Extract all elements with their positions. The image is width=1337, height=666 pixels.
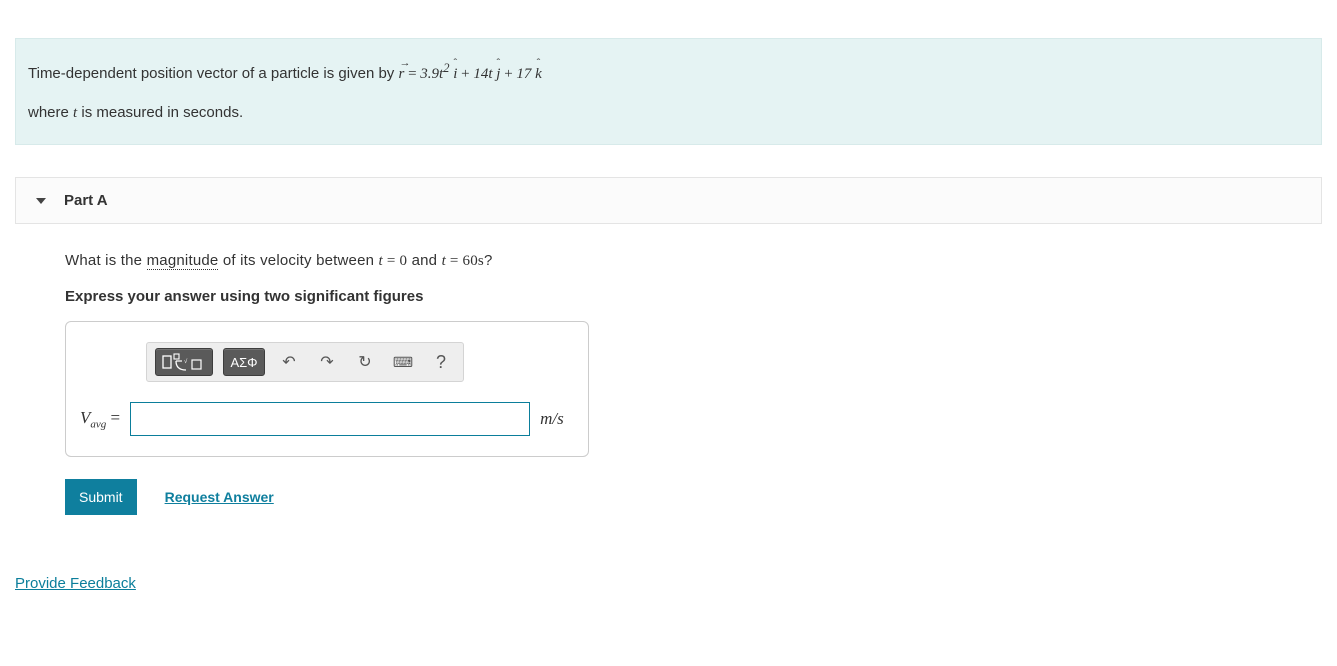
question-underlined: magnitude bbox=[147, 252, 219, 270]
part-title: Part A bbox=[64, 192, 108, 209]
templates-button[interactable]: √ bbox=[155, 348, 213, 376]
help-icon: ? bbox=[436, 352, 446, 373]
symbols-button[interactable]: ΑΣΦ bbox=[223, 348, 265, 376]
submit-button[interactable]: Submit bbox=[65, 479, 137, 515]
question-prefix: What is the bbox=[65, 252, 147, 269]
problem-line2-prefix: where bbox=[28, 104, 73, 121]
equation: r→ = 3.9t2 iˆ + 14t jˆ + 17 kˆ bbox=[398, 66, 541, 82]
problem-statement: Time-dependent position vector of a part… bbox=[15, 38, 1322, 145]
help-button[interactable]: ? bbox=[427, 348, 455, 376]
provide-feedback-link[interactable]: Provide Feedback bbox=[15, 575, 136, 592]
var-main: V bbox=[80, 408, 90, 427]
variable-label: Vavg = bbox=[80, 408, 120, 430]
part-a-header[interactable]: Part A bbox=[15, 177, 1322, 224]
reset-icon: ↻ bbox=[358, 352, 371, 372]
coeff-j: 14 bbox=[473, 66, 488, 82]
reset-button[interactable]: ↻ bbox=[351, 348, 379, 376]
redo-icon: ↷ bbox=[320, 352, 333, 372]
answer-input[interactable] bbox=[130, 402, 530, 436]
question-text: What is the magnitude of its velocity be… bbox=[65, 252, 1322, 270]
keyboard-icon: ⌨ bbox=[393, 354, 413, 371]
equals: = bbox=[106, 408, 120, 427]
const-k: 17 bbox=[516, 66, 531, 82]
coeff-i: 3.9 bbox=[420, 66, 439, 82]
equation-toolbar: √ ΑΣΦ ↶ ↷ ↻ ⌨ ? bbox=[146, 342, 464, 382]
chevron-down-icon bbox=[36, 198, 46, 204]
part-a-body: What is the magnitude of its velocity be… bbox=[15, 224, 1322, 515]
t0-lhs: t bbox=[379, 253, 383, 269]
undo-button[interactable]: ↶ bbox=[275, 348, 303, 376]
question-mid: of its velocity between bbox=[218, 252, 378, 269]
exp-i: 2 bbox=[443, 61, 449, 75]
problem-prefix: Time-dependent position vector of a part… bbox=[28, 65, 398, 82]
question-and: and bbox=[407, 252, 441, 269]
undo-icon: ↶ bbox=[282, 352, 295, 372]
t1-rhs: 60s bbox=[463, 253, 484, 269]
question-suffix: ? bbox=[484, 252, 493, 269]
problem-line2-var: t bbox=[73, 105, 77, 121]
t1-lhs: t bbox=[442, 253, 446, 269]
svg-text:√: √ bbox=[184, 358, 188, 365]
answer-box: √ ΑΣΦ ↶ ↷ ↻ ⌨ ? Vavg = m/s bbox=[65, 321, 589, 457]
instruction: Express your answer using two significan… bbox=[65, 288, 1322, 305]
redo-button[interactable]: ↷ bbox=[313, 348, 341, 376]
request-answer-link[interactable]: Request Answer bbox=[165, 489, 274, 505]
units-label: m/s bbox=[540, 409, 564, 429]
keyboard-button[interactable]: ⌨ bbox=[389, 348, 417, 376]
problem-line2-suffix: is measured in seconds. bbox=[81, 104, 243, 121]
var-sub: avg bbox=[90, 418, 106, 430]
action-row: Submit Request Answer bbox=[65, 479, 1322, 515]
